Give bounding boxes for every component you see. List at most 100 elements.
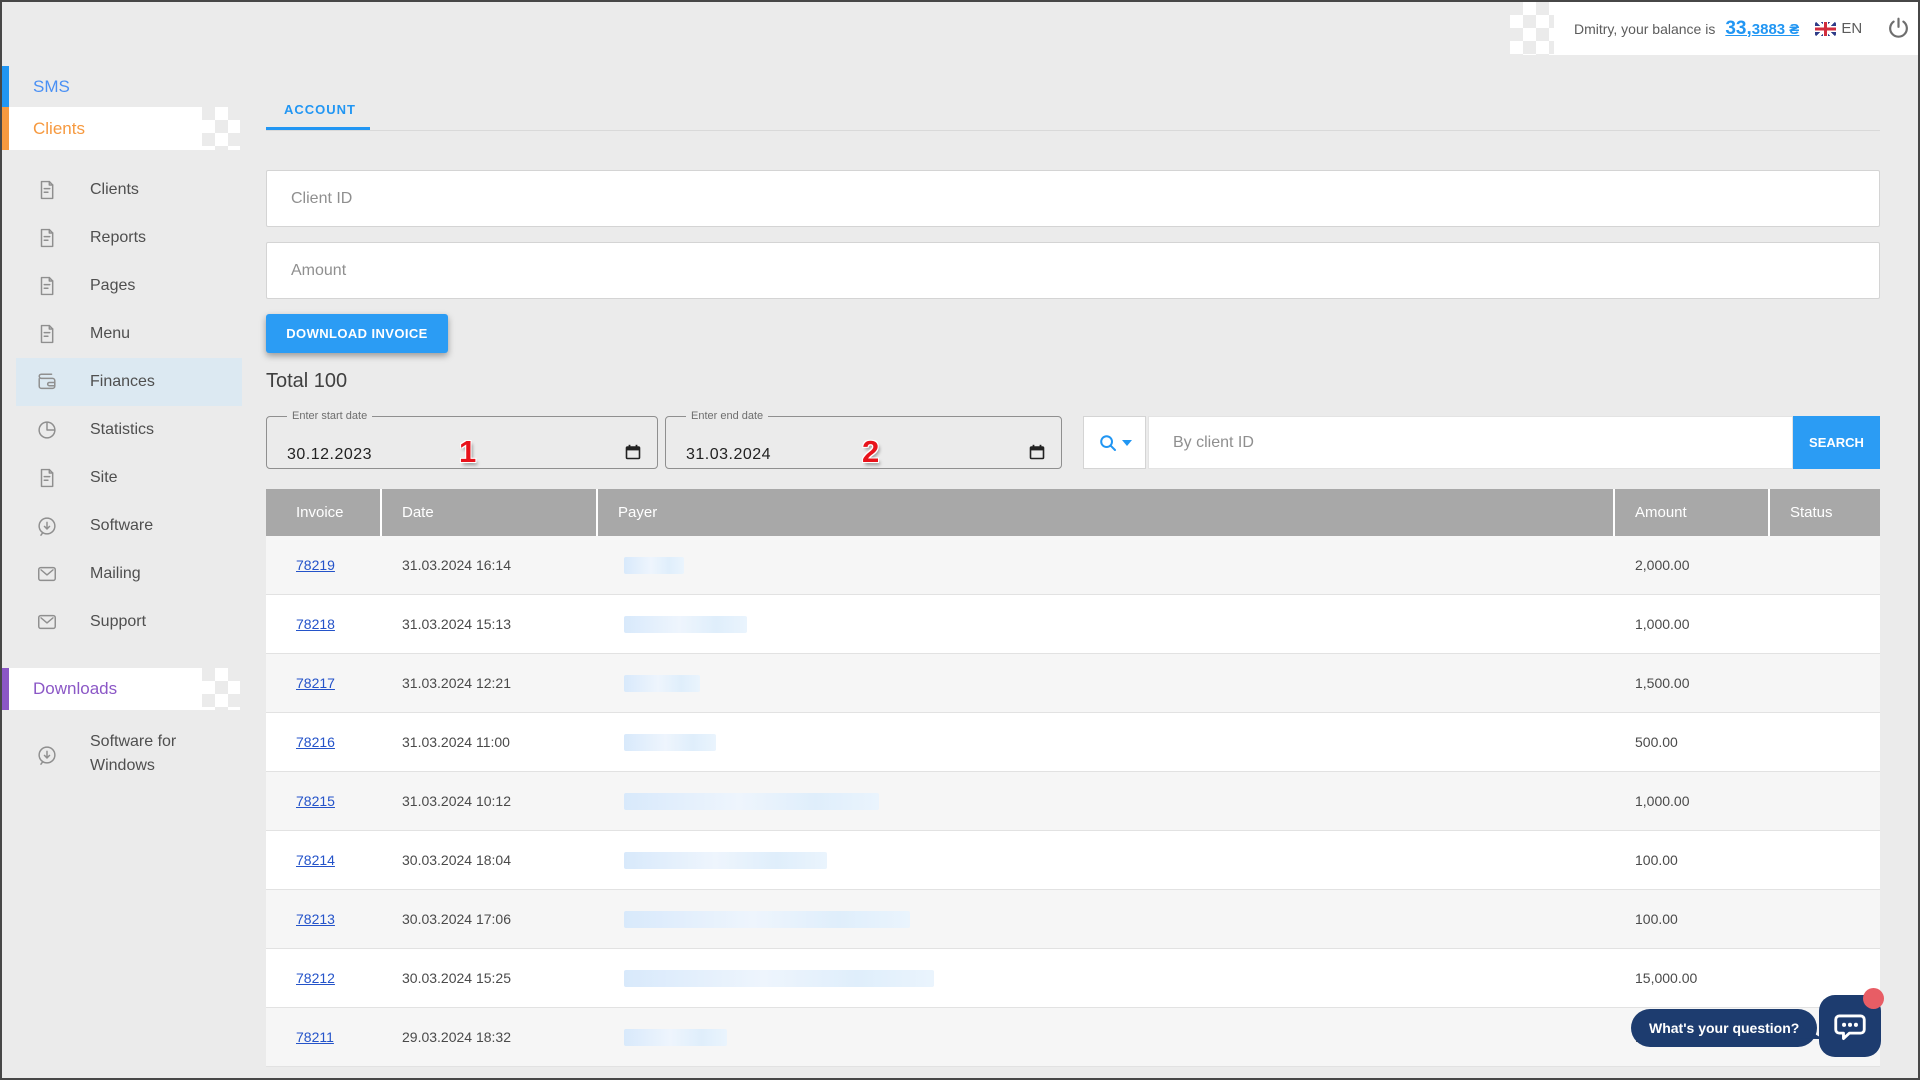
end-date-value: 31.03.2024 — [686, 446, 771, 464]
search-button[interactable]: SEARCH — [1793, 416, 1880, 469]
search-type-dropdown[interactable] — [1083, 416, 1146, 469]
document-icon — [36, 227, 58, 249]
amount-input[interactable] — [266, 242, 1880, 299]
redacted-payer — [624, 616, 747, 633]
invoice-link[interactable]: 78213 — [296, 911, 335, 927]
sidebar-item-label: Pages — [90, 277, 135, 295]
sidebar-item-label: Software for Windows — [90, 730, 210, 778]
app-window: Dmitry, your balance is 33,3883 ₴ EN SMS… — [0, 0, 1920, 1080]
envelope-icon — [36, 563, 58, 585]
envelope-icon — [36, 611, 58, 633]
sidebar-item-site[interactable]: Site — [2, 454, 242, 502]
date-cell: 31.03.2024 11:00 — [382, 734, 598, 750]
column-header-status: Status — [1770, 489, 1878, 536]
pie-chart-icon — [36, 419, 58, 441]
payer-cell — [598, 1029, 1615, 1046]
start-date-field[interactable]: Enter start date 30.12.2023 1 — [266, 410, 658, 469]
column-header-amount: Amount — [1615, 489, 1770, 536]
invoice-cell: 78218 — [266, 616, 382, 632]
payer-cell — [598, 852, 1615, 869]
table-row: 78216 31.03.2024 11:00 500.00 — [266, 713, 1880, 772]
invoice-link[interactable]: 78216 — [296, 734, 335, 750]
invoice-link[interactable]: 78219 — [296, 557, 335, 573]
date-cell: 30.03.2024 15:25 — [382, 970, 598, 986]
annotation-2: 2 — [862, 434, 879, 470]
pixel-dissolve-decoration — [202, 107, 240, 150]
download-icon — [36, 515, 58, 537]
payer-cell — [598, 557, 1615, 574]
tab-account[interactable]: ACCOUNT — [284, 102, 356, 117]
logout-button[interactable] — [1886, 16, 1911, 41]
invoice-link[interactable]: 78211 — [296, 1029, 334, 1045]
sidebar-item-clients[interactable]: Clients — [2, 166, 242, 214]
invoice-cell: 78212 — [266, 970, 382, 986]
calendar-icon[interactable] — [1029, 444, 1045, 465]
invoice-cell: 78211 — [266, 1029, 382, 1045]
amount-cell: 500.00 — [1615, 734, 1770, 750]
sidebar-item-support[interactable]: Support — [2, 598, 242, 646]
end-date-label: Enter end date — [686, 410, 768, 422]
sidebar-item-label: Site — [90, 469, 118, 487]
table-header-row: Invoice Date Payer Amount Status — [266, 489, 1880, 536]
sidebar-item-label: Reports — [90, 229, 146, 247]
sidebar-item-software-for-windows[interactable]: Software for Windows — [2, 726, 242, 782]
table-row: 78212 30.03.2024 15:25 15,000.00 — [266, 949, 1880, 1008]
header-account-box: Dmitry, your balance is 33,3883 ₴ EN — [1554, 2, 1918, 55]
sidebar-item-reports[interactable]: Reports — [2, 214, 242, 262]
tab-divider — [266, 130, 1880, 131]
balance-amount-major: 33, — [1725, 18, 1751, 39]
calendar-icon[interactable] — [625, 444, 641, 465]
sidebar-item-label: Statistics — [90, 421, 154, 439]
invoice-link[interactable]: 78215 — [296, 793, 335, 809]
redacted-payer — [624, 911, 910, 928]
column-header-invoice: Invoice — [266, 489, 382, 536]
date-cell: 29.03.2024 18:32 — [382, 1029, 598, 1045]
search-icon — [1098, 433, 1118, 453]
end-date-field[interactable]: Enter end date 31.03.2024 2 — [665, 410, 1062, 469]
sidebar-section-sms[interactable]: SMS — [2, 66, 202, 107]
sidebar-item-label: Mailing — [90, 565, 141, 583]
balance-link[interactable]: 33,3883 ₴ — [1725, 18, 1799, 40]
start-date-label: Enter start date — [287, 410, 372, 422]
payer-cell — [598, 675, 1615, 692]
amount-cell: 100.00 — [1615, 852, 1770, 868]
date-cell: 31.03.2024 15:13 — [382, 616, 598, 632]
invoice-link[interactable]: 78212 — [296, 970, 335, 986]
table-row: 78213 30.03.2024 17:06 100.00 — [266, 890, 1880, 949]
pixel-dissolve-decoration — [1510, 2, 1554, 55]
invoice-link[interactable]: 78218 — [296, 616, 335, 632]
amount-cell: 2,000.00 — [1615, 557, 1770, 573]
table-row: 78218 31.03.2024 15:13 1,000.00 — [266, 595, 1880, 654]
sidebar-section-downloads[interactable]: Downloads — [2, 668, 202, 710]
invoice-link[interactable]: 78217 — [296, 675, 335, 691]
table-row: 78214 30.03.2024 18:04 100.00 — [266, 831, 1880, 890]
document-icon — [36, 467, 58, 489]
sidebar-item-software[interactable]: Software — [2, 502, 242, 550]
sidebar-item-pages[interactable]: Pages — [2, 262, 242, 310]
sidebar-item-label: Support — [90, 613, 146, 631]
invoice-link[interactable]: 78214 — [296, 852, 335, 868]
sidebar-section-clients[interactable]: Clients — [2, 107, 202, 150]
language-switcher[interactable]: EN — [1815, 20, 1862, 37]
sidebar-item-label: Finances — [90, 373, 155, 391]
payer-cell — [598, 911, 1615, 928]
redacted-payer — [624, 793, 879, 810]
sidebar-item-menu[interactable]: Menu — [2, 310, 242, 358]
sidebar-item-finances[interactable]: Finances — [16, 358, 242, 406]
download-invoice-button[interactable]: DOWNLOAD INVOICE — [266, 314, 448, 353]
chat-question-bubble[interactable]: What's your question? — [1631, 1009, 1817, 1047]
redacted-payer — [624, 675, 700, 692]
amount-cell: 100.00 — [1615, 911, 1770, 927]
amount-cell: 15,000.00 — [1615, 970, 1770, 986]
client-id-input[interactable] — [266, 170, 1880, 227]
payer-cell — [598, 734, 1615, 751]
redacted-payer — [624, 1029, 727, 1046]
notification-dot — [1863, 988, 1884, 1009]
date-cell: 31.03.2024 12:21 — [382, 675, 598, 691]
table-row: 78215 31.03.2024 10:12 1,000.00 — [266, 772, 1880, 831]
sidebar-item-statistics[interactable]: Statistics — [2, 406, 242, 454]
search-by-client-id-input[interactable] — [1148, 416, 1793, 469]
sidebar-item-mailing[interactable]: Mailing — [2, 550, 242, 598]
balance-amount-minor: 3883 ₴ — [1752, 21, 1800, 38]
invoice-cell: 78217 — [266, 675, 382, 691]
